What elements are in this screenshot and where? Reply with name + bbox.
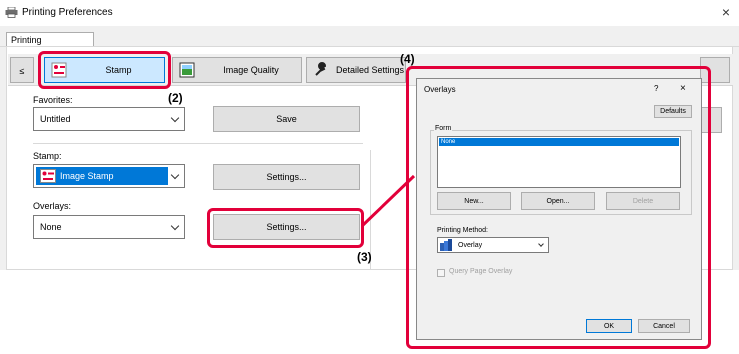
image-quality-category-button[interactable]: Image Quality — [172, 57, 302, 83]
printing-method-select[interactable]: Overlay — [437, 237, 549, 253]
save-button[interactable]: Save — [213, 106, 360, 132]
delete-button[interactable]: Delete — [606, 192, 680, 210]
overlays-select[interactable]: None — [33, 215, 185, 239]
stamp-label: Stamp: — [33, 151, 62, 161]
callout-2: (2) — [168, 91, 183, 105]
printing-method-value: Overlay — [458, 241, 483, 249]
divider — [33, 143, 363, 144]
detailed-settings-category-label: Detailed Settings — [335, 65, 405, 75]
help-button[interactable]: ? — [654, 84, 658, 93]
printer-icon — [5, 7, 18, 18]
favorites-select[interactable]: Untitled — [33, 107, 185, 131]
toolbar-scroll-left-button[interactable]: ≤ — [10, 57, 34, 83]
form-list-item[interactable]: None — [439, 138, 679, 146]
ok-button[interactable]: OK — [586, 319, 632, 333]
favorites-label: Favorites: — [33, 95, 73, 105]
chevron-down-icon — [170, 113, 180, 123]
image-quality-category-label: Image Quality — [223, 65, 279, 75]
overlay-icon — [440, 239, 452, 251]
chevron-down-icon — [538, 241, 544, 247]
form-list[interactable]: None — [437, 136, 681, 188]
chevron-down-icon — [170, 221, 180, 231]
wrench-icon — [315, 62, 327, 76]
cancel-button[interactable]: Cancel — [638, 319, 690, 333]
defaults-button[interactable]: Defaults — [654, 105, 692, 118]
close-button[interactable]: × — [718, 4, 734, 20]
dialog-title: Overlays — [424, 85, 456, 94]
callout-4: (4) — [400, 52, 415, 66]
overlays-value: None — [40, 222, 62, 232]
window-title: Printing Preferences — [22, 7, 113, 18]
stamp-select[interactable]: Image Stamp — [33, 164, 185, 188]
stamp-highlight — [38, 51, 171, 89]
open-button[interactable]: Open... — [521, 192, 595, 210]
tab-bar — [0, 26, 739, 46]
stamp-icon — [40, 169, 56, 183]
query-page-overlay-label: Query Page Overlay — [449, 268, 513, 275]
tab-printing-preferences[interactable]: Printing Preferences — [6, 32, 94, 55]
image-quality-icon — [179, 62, 195, 78]
printing-method-label: Printing Method: — [437, 227, 488, 234]
overlay-settings-highlight — [207, 208, 364, 248]
favorites-value: Untitled — [40, 114, 71, 124]
stamp-selected-item: Image Stamp — [36, 167, 168, 185]
detailed-settings-category-button[interactable]: Detailed Settings — [306, 57, 406, 83]
chevron-down-icon — [170, 170, 180, 180]
callout-3: (3) — [357, 250, 372, 264]
dialog-close-button[interactable]: × — [680, 83, 686, 94]
form-label: Form — [434, 125, 453, 132]
overlays-label: Overlays: — [33, 201, 72, 211]
stamp-settings-button[interactable]: Settings... — [213, 164, 360, 190]
query-page-overlay-checkbox[interactable] — [437, 269, 445, 277]
new-button[interactable]: New... — [437, 192, 511, 210]
stamp-value: Image Stamp — [60, 171, 114, 181]
